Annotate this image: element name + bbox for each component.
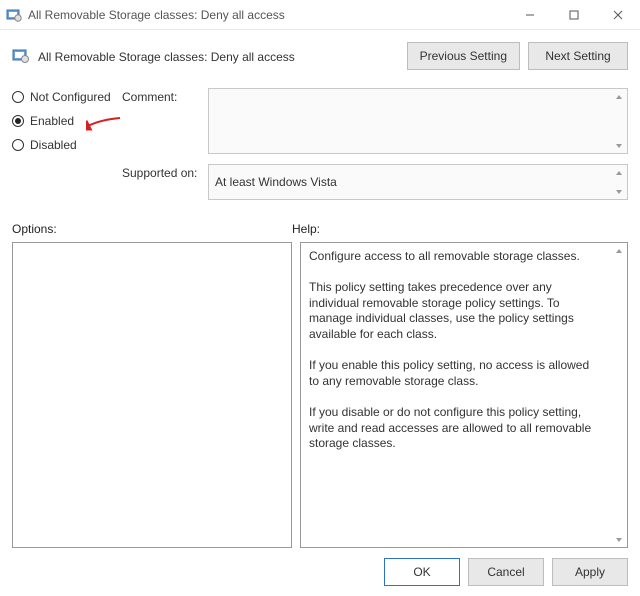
policy-name: All Removable Storage classes: Deny all … [38,48,407,64]
window-title: All Removable Storage classes: Deny all … [28,8,508,22]
scroll-up-icon[interactable] [610,165,627,180]
titlebar: All Removable Storage classes: Deny all … [0,0,640,30]
supported-on-label: Supported on: [122,164,200,180]
options-label: Options: [12,222,292,236]
supported-on-value: At least Windows Vista [215,175,337,189]
header-row: All Removable Storage classes: Deny all … [12,34,628,88]
radio-not-configured[interactable]: Not Configured [12,90,122,104]
help-label: Help: [292,222,628,236]
minimize-button[interactable] [508,0,552,29]
radio-label: Enabled [30,114,74,128]
maximize-button[interactable] [552,0,596,29]
radio-icon [12,115,24,127]
cancel-button[interactable]: Cancel [468,558,544,586]
options-panel [12,242,292,548]
radio-icon [12,91,24,103]
panel-labels: Options: Help: [12,222,628,236]
window-controls [508,0,640,29]
policy-icon [12,47,30,65]
policy-icon [6,7,22,23]
previous-setting-button[interactable]: Previous Setting [407,42,520,70]
scroll-up-icon[interactable] [610,243,627,258]
help-text: Configure access to all removable storag… [301,243,627,458]
radio-enabled[interactable]: Enabled [12,114,122,128]
scroll-down-icon[interactable] [610,184,627,199]
scroll-up-icon[interactable] [610,89,627,104]
apply-button[interactable]: Apply [552,558,628,586]
radio-label: Disabled [30,138,77,152]
close-button[interactable] [596,0,640,29]
radio-disabled[interactable]: Disabled [12,138,122,152]
help-panel: Configure access to all removable storag… [300,242,628,548]
state-radios: Not Configured Enabled Disabled [12,88,122,200]
comment-field[interactable] [208,88,628,154]
radio-label: Not Configured [30,90,111,104]
scroll-down-icon[interactable] [610,532,627,547]
footer: OK Cancel Apply [12,548,628,586]
supported-on-field: At least Windows Vista [208,164,628,200]
radio-icon [12,139,24,151]
ok-button[interactable]: OK [384,558,460,586]
comment-label: Comment: [122,88,200,104]
next-setting-button[interactable]: Next Setting [528,42,628,70]
scroll-down-icon[interactable] [610,138,627,153]
